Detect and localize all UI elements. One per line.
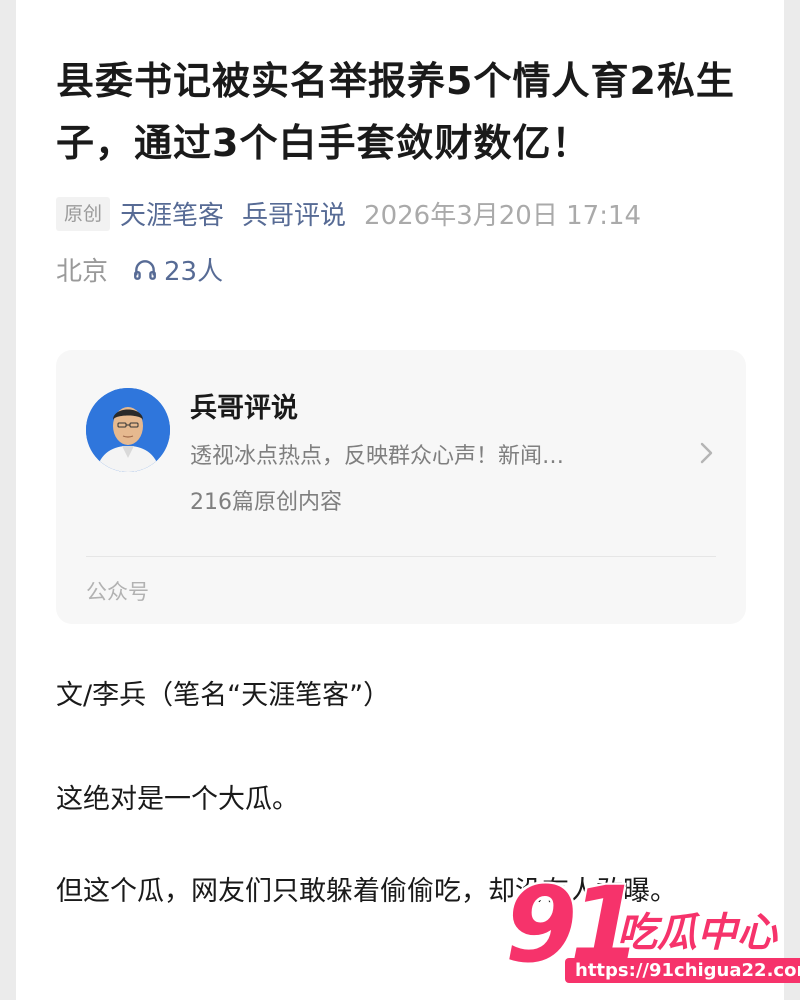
- card-divider: [86, 556, 716, 557]
- headphones-icon: [134, 260, 156, 280]
- watermark-text: 吃瓜中心: [617, 910, 777, 956]
- avatar: [86, 388, 170, 472]
- watermark-url: https://91chigua22.com: [565, 958, 800, 983]
- listen-button[interactable]: 23人: [132, 257, 223, 287]
- original-tag: 原创: [56, 197, 111, 231]
- body-paragraph-byline: 文/李兵（笔名“天涯笔客”）: [56, 680, 391, 711]
- article-page: 县委书记被实名举报养5个情人育2私生子，通过3个白手套敛财数亿！ 原创 天涯笔客兵…: [16, 0, 784, 1000]
- author-link[interactable]: 天涯笔客: [120, 201, 224, 231]
- body-paragraph-1: 这绝对是一个大瓜。: [56, 784, 299, 815]
- original-count: 216篇原创内容: [190, 490, 342, 515]
- account-link[interactable]: 兵哥评说: [242, 201, 346, 231]
- account-description: 透视冰点热点，反映群众心声！新闻…: [190, 444, 565, 469]
- article-title: 县委书记被实名举报养5个情人育2私生子，通过3个白手套敛财数亿！: [56, 59, 735, 165]
- location: 北京: [56, 257, 109, 287]
- profile-card[interactable]: 兵哥评说 透视冰点热点，反映群众心声！新闻… 216篇原创内容 公众号: [56, 350, 746, 624]
- chevron-right-icon[interactable]: [696, 440, 716, 466]
- publish-date: 2026年3月20日 17:14: [364, 201, 642, 231]
- account-name: 兵哥评说: [190, 393, 298, 424]
- listen-count: 23人: [164, 257, 224, 287]
- watermark-logo: 91 吃瓜中心 https://91chigua22.com: [505, 870, 800, 990]
- article-meta: 原创 天涯笔客 兵哥评说 2026年3月20日 17:14 北京 23人: [56, 188, 746, 300]
- account-type-label: 公众号: [86, 580, 149, 604]
